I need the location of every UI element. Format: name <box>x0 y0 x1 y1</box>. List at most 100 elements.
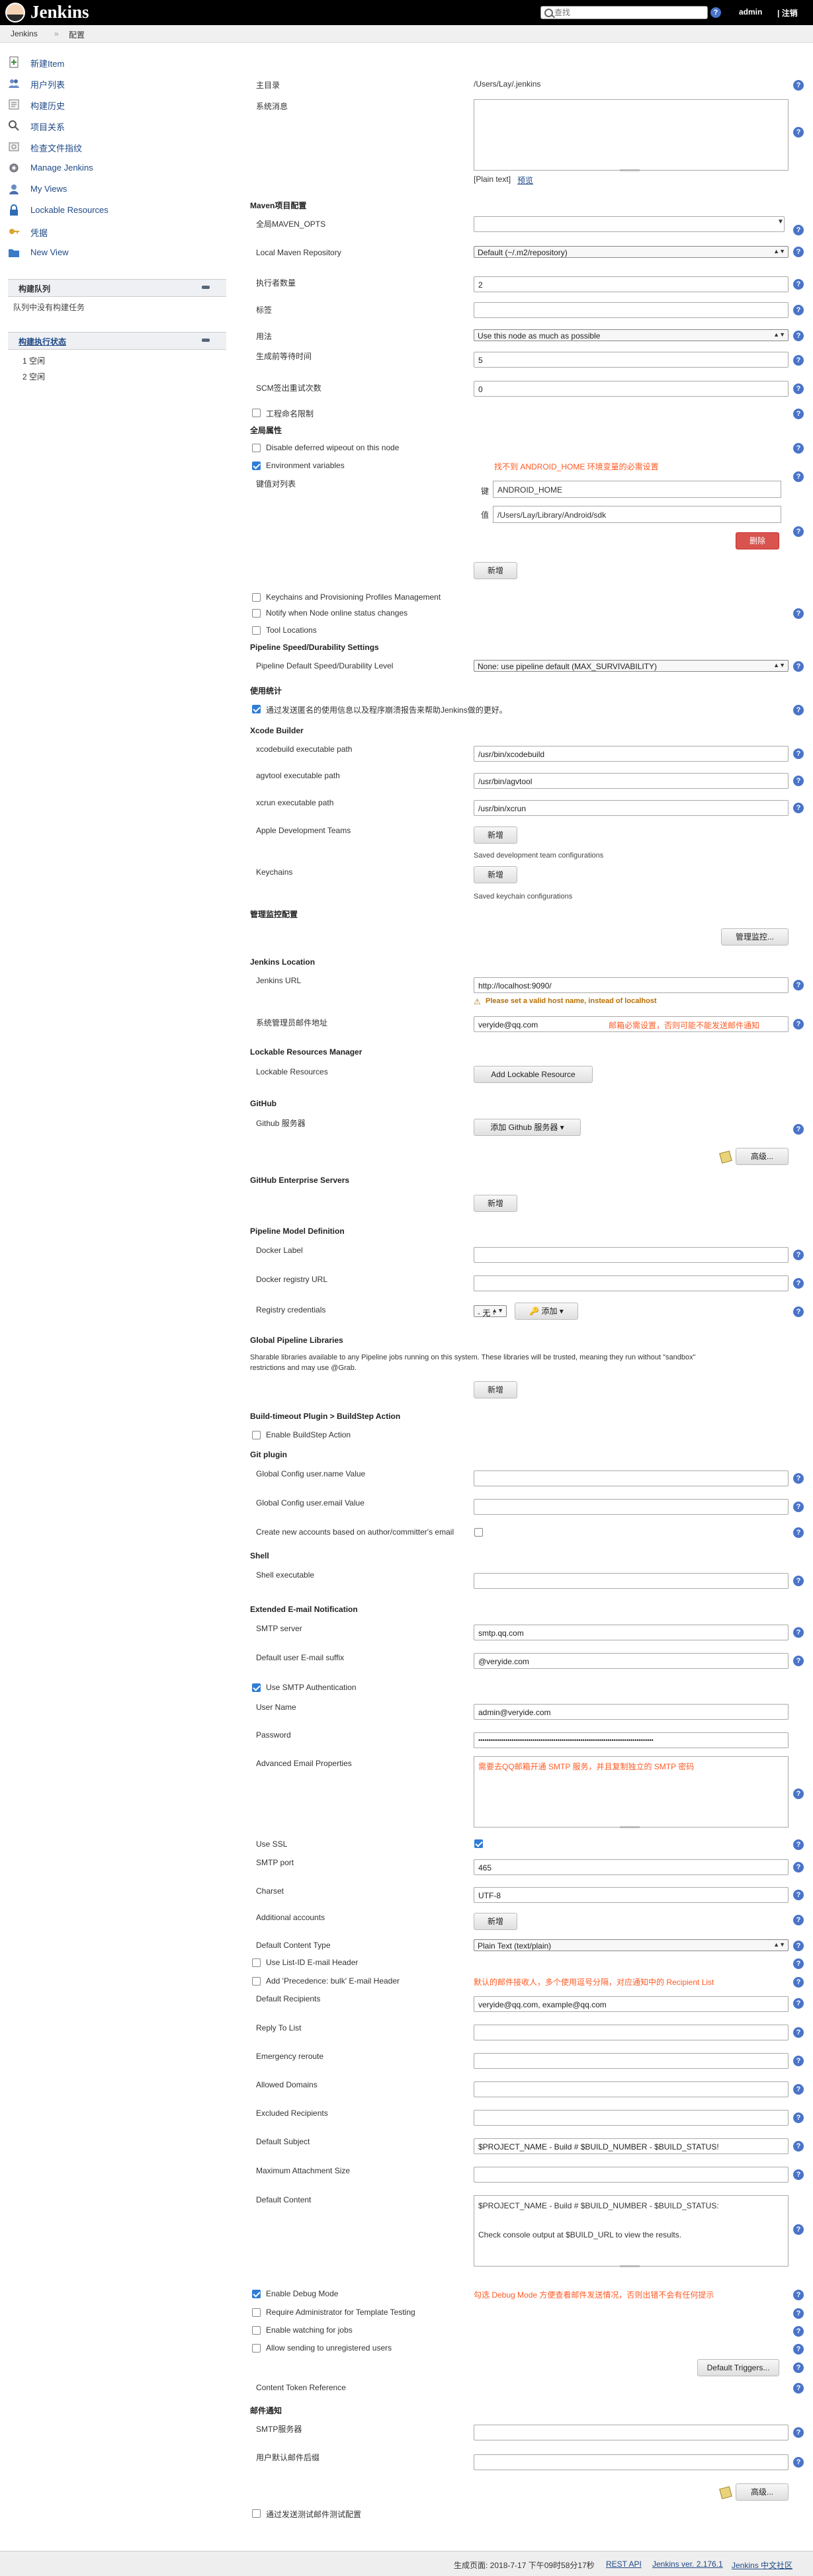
help-icon[interactable]: ? <box>793 1250 804 1260</box>
maven-opts-input[interactable] <box>474 216 785 232</box>
add-keychain-button[interactable]: 新增 <box>474 866 517 883</box>
help-icon[interactable]: ? <box>793 1656 804 1666</box>
test-config-checkbox[interactable] <box>252 2509 261 2518</box>
add-library-button[interactable]: 新增 <box>474 1381 517 1398</box>
jenkins-logo-icon[interactable] <box>5 3 25 22</box>
docker-registry-input[interactable] <box>474 1275 789 1291</box>
password-input[interactable]: ••••••••••••••••••••••••••••••••••••••••… <box>474 1732 789 1748</box>
env-value-input[interactable]: /Users/Lay/Library/Android/sdk <box>493 506 781 523</box>
help-icon[interactable]: ? <box>793 1958 804 1969</box>
mail-advanced-button[interactable]: 高级... <box>736 2483 789 2501</box>
quiet-period-input[interactable]: 5 <box>474 352 789 368</box>
smtp-port-input[interactable]: 465 <box>474 1859 789 1875</box>
help-icon[interactable]: ? <box>793 2457 804 2468</box>
help-icon[interactable]: ? <box>793 2362 804 2373</box>
shell-input[interactable] <box>474 1573 789 1589</box>
local-maven-select[interactable]: Default (~/.m2/repository) ▲▼ <box>474 246 789 258</box>
help-icon[interactable]: ? <box>793 980 804 990</box>
allowed-domains-input[interactable] <box>474 2081 789 2097</box>
list-id-checkbox[interactable] <box>252 1958 261 1967</box>
build-queue-title[interactable]: 构建队列 <box>19 283 50 294</box>
jenkins-logo-text[interactable]: Jenkins <box>30 2 89 22</box>
chinese-community-link[interactable]: Jenkins 中文社区 <box>732 2559 792 2571</box>
max-attach-input[interactable] <box>474 2167 789 2183</box>
usage-stats-checkbox[interactable] <box>252 705 261 713</box>
help-icon[interactable]: ? <box>793 803 804 813</box>
enable-buildstep-checkbox[interactable] <box>252 1431 261 1439</box>
help-icon[interactable]: ? <box>793 2169 804 2180</box>
help-icon[interactable]: ? <box>710 7 721 18</box>
require-admin-checkbox[interactable] <box>252 2308 261 2317</box>
collapse-icon[interactable] <box>202 286 210 289</box>
reply-to-input[interactable] <box>474 2025 789 2040</box>
breadcrumb-configure[interactable]: 配置 <box>69 29 85 40</box>
help-icon[interactable]: ? <box>793 2308 804 2319</box>
search-input[interactable] <box>554 7 703 17</box>
help-icon[interactable]: ? <box>793 748 804 759</box>
help-icon[interactable]: ? <box>793 608 804 619</box>
subject-input[interactable]: $PROJECT_NAME - Build # $BUILD_NUMBER - … <box>474 2138 789 2154</box>
help-icon[interactable]: ? <box>793 409 804 419</box>
help-icon[interactable]: ? <box>793 80 804 91</box>
help-icon[interactable]: ? <box>793 1977 804 1988</box>
executors-count-input[interactable]: 2 <box>474 276 789 292</box>
mail-smtp-input[interactable] <box>474 2425 789 2440</box>
env-vars-checkbox[interactable] <box>252 462 261 470</box>
help-icon[interactable]: ? <box>793 2344 804 2355</box>
git-name-input[interactable] <box>474 1470 789 1486</box>
help-icon[interactable]: ? <box>793 1527 804 1538</box>
help-icon[interactable]: ? <box>793 1839 804 1850</box>
adv-props-textarea[interactable]: 需要去QQ邮箱开通 SMTP 服务，并且复制独立的 SMTP 密码 <box>474 1756 789 1828</box>
help-icon[interactable]: ? <box>793 776 804 786</box>
scm-retry-input[interactable]: 0 <box>474 381 789 397</box>
help-icon[interactable]: ? <box>793 247 804 257</box>
help-icon[interactable]: ? <box>793 705 804 715</box>
help-icon[interactable]: ? <box>793 1502 804 1512</box>
disable-wipeout-checkbox[interactable] <box>252 444 261 452</box>
docker-label-input[interactable] <box>474 1247 789 1263</box>
help-icon[interactable]: ? <box>793 443 804 454</box>
help-icon[interactable]: ? <box>793 2056 804 2066</box>
help-icon[interactable]: ? <box>793 279 804 290</box>
help-icon[interactable]: ? <box>793 2427 804 2438</box>
precedence-checkbox[interactable] <box>252 1977 261 1986</box>
help-icon[interactable]: ? <box>793 1789 804 1799</box>
help-icon[interactable]: ? <box>793 1124 804 1135</box>
add-github-server-button[interactable]: 添加 Github 服务器 ▾ <box>474 1119 581 1136</box>
user-link[interactable]: admin <box>739 7 762 17</box>
charset-input[interactable]: UTF-8 <box>474 1887 789 1903</box>
usage-select[interactable]: Use this node as much as possible ▲▼ <box>474 329 789 341</box>
jenkins-url-input[interactable]: http://localhost:9090/ <box>474 977 789 993</box>
add-account-button[interactable]: 新增 <box>474 1913 517 1930</box>
username-input[interactable]: admin@veryide.com <box>474 1704 789 1720</box>
recipients-input[interactable]: veryide@qq.com, example@qq.com <box>474 1996 789 2012</box>
help-icon[interactable]: ? <box>793 383 804 394</box>
enable-watching-checkbox[interactable] <box>252 2326 261 2335</box>
default-triggers-button[interactable]: Default Triggers... <box>697 2359 779 2376</box>
suffix-input[interactable]: @veryide.com <box>474 1653 789 1669</box>
help-icon[interactable]: ? <box>793 127 804 138</box>
agvtool-input[interactable]: /usr/bin/agvtool <box>474 773 789 789</box>
mail-suffix-input[interactable] <box>474 2454 789 2470</box>
xcrun-input[interactable]: /usr/bin/xcrun <box>474 800 789 816</box>
add-ghe-button[interactable]: 新增 <box>474 1195 517 1212</box>
debug-mode-checkbox[interactable] <box>252 2290 261 2298</box>
help-icon[interactable]: ? <box>793 305 804 315</box>
content-textarea[interactable]: $PROJECT_NAME - Build # $BUILD_NUMBER - … <box>474 2195 789 2267</box>
registry-creds-select[interactable]: - 无 - ▲▼ <box>474 1305 507 1318</box>
xcodebuild-input[interactable]: /usr/bin/xcodebuild <box>474 746 789 762</box>
env-key-input[interactable]: ANDROID_HOME <box>493 481 781 498</box>
keychains-mgmt-checkbox[interactable] <box>252 593 261 602</box>
search-box[interactable] <box>540 6 708 19</box>
create-accounts-checkbox[interactable] <box>474 1528 483 1537</box>
help-icon[interactable]: ? <box>793 2383 804 2394</box>
restrict-naming-checkbox[interactable] <box>252 409 261 417</box>
help-icon[interactable]: ? <box>793 2084 804 2095</box>
allow-unregistered-checkbox[interactable] <box>252 2344 261 2353</box>
monitor-button[interactable]: 管理监控... <box>721 928 789 946</box>
help-icon[interactable]: ? <box>793 2224 804 2235</box>
help-icon[interactable]: ? <box>793 2326 804 2337</box>
help-icon[interactable]: ? <box>793 526 804 537</box>
use-ssl-checkbox[interactable] <box>474 1839 483 1848</box>
notify-offline-checkbox[interactable] <box>252 609 261 618</box>
